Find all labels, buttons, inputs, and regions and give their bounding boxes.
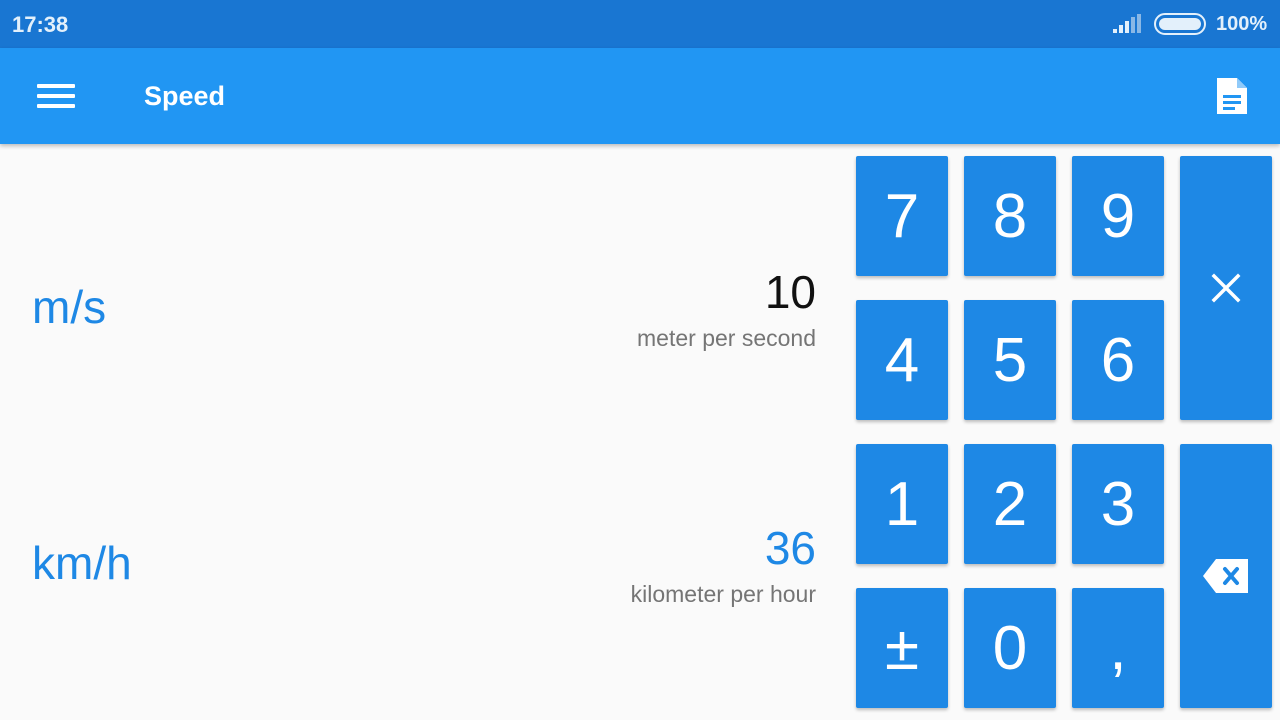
- app-bar: Speed: [0, 48, 1280, 144]
- clear-button[interactable]: [1180, 156, 1272, 420]
- key-plus-minus[interactable]: ±: [856, 588, 948, 708]
- signal-icon: [1113, 14, 1141, 33]
- document-icon[interactable]: [1210, 74, 1254, 118]
- key-0[interactable]: 0: [964, 588, 1056, 708]
- key-6[interactable]: 6: [1072, 300, 1164, 420]
- backspace-button[interactable]: [1180, 444, 1272, 708]
- key-9[interactable]: 9: [1072, 156, 1164, 276]
- unit-name: kilometer per hour: [630, 581, 816, 607]
- key-8[interactable]: 8: [964, 156, 1056, 276]
- key-7[interactable]: 7: [856, 156, 948, 276]
- close-icon: [1211, 273, 1241, 303]
- unit-value: 36: [764, 522, 816, 574]
- key-2[interactable]: 2: [964, 444, 1056, 564]
- conversion-row-source[interactable]: m/s 10 meter per second: [0, 260, 840, 380]
- key-3[interactable]: 3: [1072, 444, 1164, 564]
- key-1[interactable]: 1: [856, 444, 948, 564]
- unit-symbol: m/s: [32, 281, 107, 333]
- conversion-row-target[interactable]: km/h 36 kilometer per hour: [0, 516, 840, 636]
- key-5[interactable]: 5: [964, 300, 1056, 420]
- key-4[interactable]: 4: [856, 300, 948, 420]
- battery-icon: [1154, 13, 1206, 35]
- key-comma[interactable]: ,: [1072, 588, 1164, 708]
- backspace-icon: [1203, 559, 1248, 593]
- page-title: Speed: [144, 81, 226, 111]
- battery-percent: 100%: [1216, 13, 1268, 35]
- unit-name: meter per second: [637, 325, 816, 351]
- hamburger-menu-icon[interactable]: [30, 78, 82, 114]
- status-time: 17:38: [12, 12, 69, 37]
- unit-symbol: km/h: [32, 537, 132, 589]
- unit-value: 10: [764, 266, 816, 318]
- status-bar: 17:38 100%: [0, 0, 1280, 48]
